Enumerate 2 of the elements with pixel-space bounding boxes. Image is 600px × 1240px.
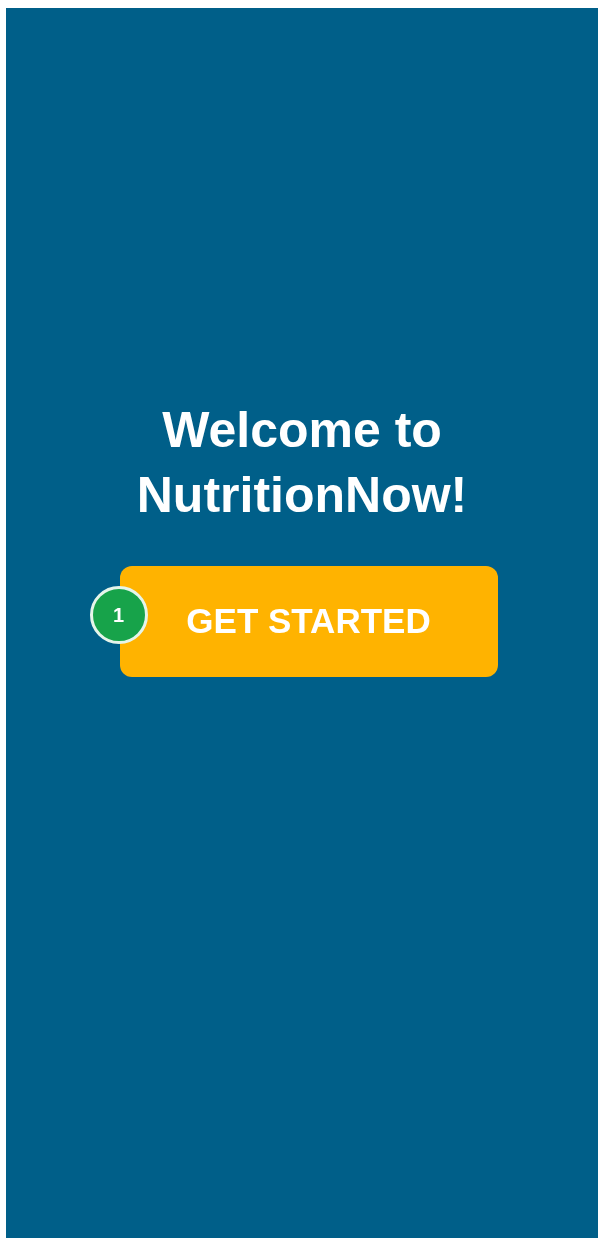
welcome-title: Welcome to NutritionNow!: [135, 401, 469, 525]
step-badge: 1: [89, 586, 148, 644]
